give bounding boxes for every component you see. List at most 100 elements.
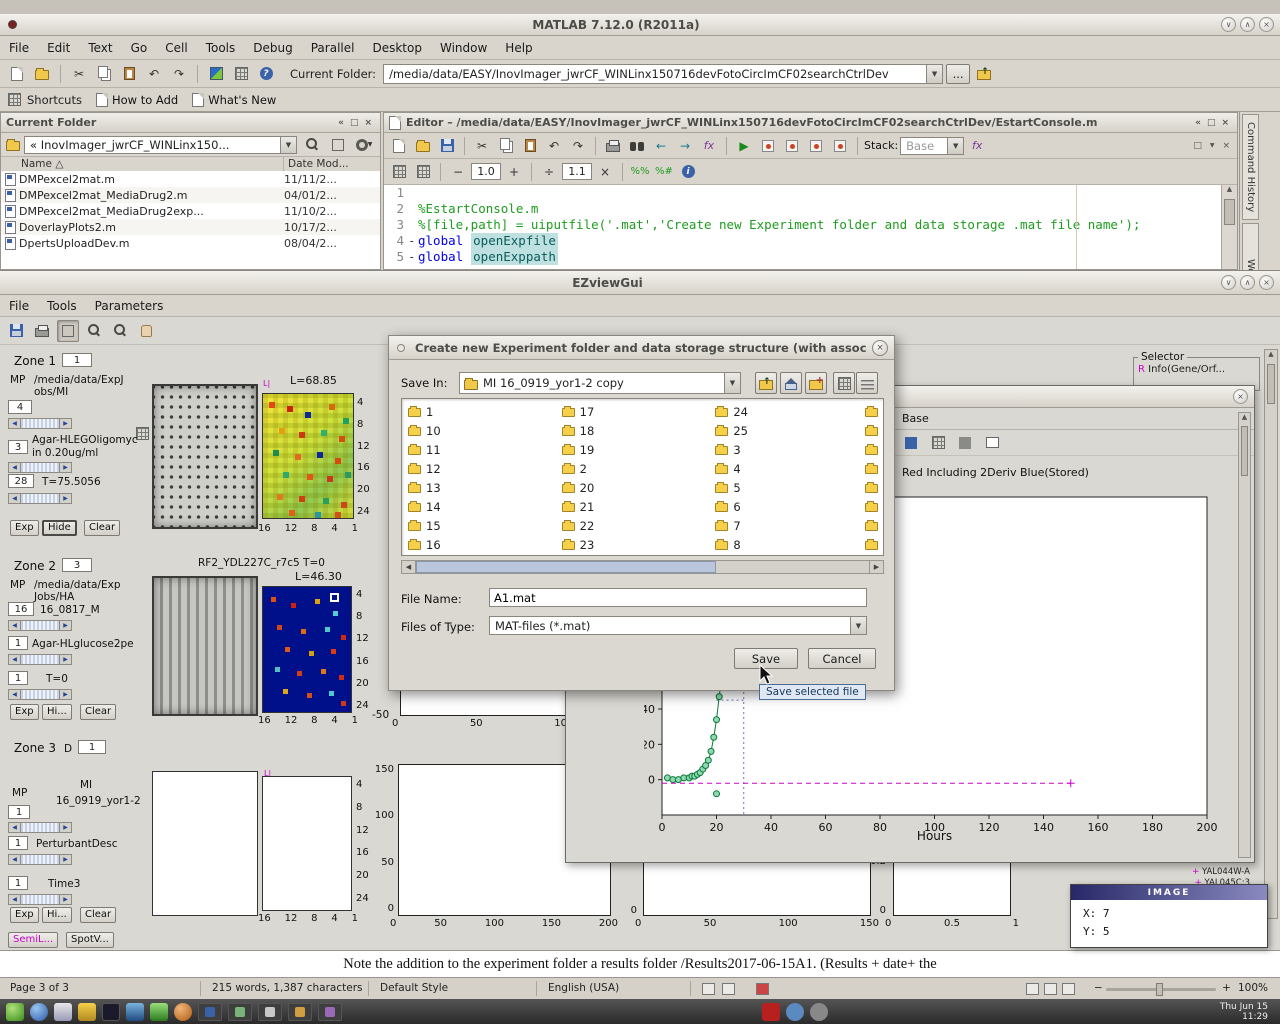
- word-count[interactable]: 215 words, 1,387 characters: [212, 982, 362, 994]
- zone3-stepper2[interactable]: ◀▶: [8, 854, 72, 865]
- close-document-icon[interactable]: ×: [1219, 141, 1233, 151]
- open-file-button[interactable]: [31, 63, 53, 85]
- menu-item[interactable]: Text: [79, 38, 121, 58]
- file-row[interactable]: DMPexcel2mat.m 11/11/2...: [1, 171, 380, 187]
- book-view-icon[interactable]: [1062, 983, 1075, 995]
- zone1-index-field[interactable]: 1: [62, 353, 92, 367]
- mail-icon[interactable]: [54, 1003, 72, 1021]
- folder-item[interactable]: 7: [715, 518, 863, 534]
- scrollbar-thumb[interactable]: [1224, 199, 1235, 225]
- selector-r[interactable]: R: [1138, 364, 1145, 375]
- stepper-right-icon[interactable]: ▶: [59, 493, 72, 504]
- window-button[interactable]: [228, 1003, 252, 1021]
- minimize-icon[interactable]: ∨: [1221, 275, 1236, 290]
- tile-windows-icon[interactable]: □: [1190, 141, 1205, 151]
- stepper-track[interactable]: [21, 822, 59, 833]
- multi-page-view-icon[interactable]: [1044, 983, 1057, 995]
- writer-app-icon[interactable]: [126, 1003, 144, 1021]
- zone2-field1[interactable]: 16: [8, 602, 34, 616]
- home-button[interactable]: [780, 372, 802, 394]
- selection-mode-icon[interactable]: [722, 983, 735, 995]
- base-label[interactable]: Base: [902, 412, 929, 425]
- zone2-heatmap[interactable]: [262, 586, 352, 713]
- folder-item[interactable]: [865, 537, 883, 553]
- close-icon[interactable]: ×: [1259, 275, 1274, 290]
- redo-button[interactable]: ↷: [168, 63, 190, 85]
- chevron-down-icon[interactable]: ▼: [850, 617, 866, 634]
- browser-icon[interactable]: [30, 1003, 48, 1021]
- increase-button[interactable]: +: [503, 161, 525, 183]
- actions-button[interactable]: ▼: [353, 134, 375, 156]
- zone1-stepper2[interactable]: ◀▶: [8, 462, 72, 473]
- menu-item[interactable]: Edit: [38, 38, 79, 58]
- zone2-exp-button[interactable]: Exp: [10, 704, 39, 720]
- zone2-stepper1[interactable]: ◀▶: [8, 620, 72, 631]
- folder-item[interactable]: 3: [715, 442, 863, 458]
- search-button[interactable]: [301, 134, 323, 156]
- dialog-titlebar[interactable]: Create new Experiment folder and data st…: [389, 336, 894, 360]
- menu-item[interactable]: Tools: [197, 38, 245, 58]
- stepper-right-icon[interactable]: ▶: [59, 894, 72, 905]
- scroll-left-icon[interactable]: ◀: [402, 561, 416, 573]
- info-button[interactable]: i: [677, 161, 699, 183]
- chevron-down-icon[interactable]: ▼: [926, 65, 942, 83]
- zone1-field3[interactable]: 28: [8, 474, 34, 488]
- zone2-plate-image[interactable]: [152, 576, 258, 716]
- print-button[interactable]: [31, 320, 53, 342]
- stepper-track[interactable]: [21, 462, 59, 473]
- simulink-button[interactable]: [205, 63, 227, 85]
- writer-document-strip[interactable]: Note the addition to the experiment fold…: [0, 950, 1280, 977]
- scrollbar-thumb[interactable]: [1267, 364, 1275, 404]
- divide-button[interactable]: ÷: [538, 161, 560, 183]
- forward-button[interactable]: →: [674, 135, 696, 157]
- ezview-titlebar[interactable]: EZviewGui ∨ ∧ ×: [0, 271, 1280, 295]
- menu-item[interactable]: Help: [496, 38, 541, 58]
- zoom-level[interactable]: 100%: [1238, 982, 1268, 994]
- single-page-view-icon[interactable]: [1026, 983, 1039, 995]
- browse-folder-button[interactable]: ...: [946, 64, 970, 84]
- zone3-exp-button[interactable]: Exp: [10, 907, 39, 923]
- editor-scrollbar[interactable]: ▲: [1221, 185, 1237, 269]
- current-folder-panel-header[interactable]: Current Folder « □ ×: [1, 113, 380, 133]
- folder-item[interactable]: 5: [715, 480, 863, 496]
- blue-square-button[interactable]: [900, 432, 922, 454]
- zone1-exp-button[interactable]: Exp: [10, 520, 39, 536]
- new-folder-button[interactable]: [805, 372, 827, 394]
- folder-list-scrollbar[interactable]: ◀ ▶: [401, 560, 884, 574]
- paste-button[interactable]: [118, 63, 140, 85]
- stepper-track[interactable]: [21, 894, 59, 905]
- stepper-right-icon[interactable]: ▶: [59, 822, 72, 833]
- matlab-taskbar-icon[interactable]: [174, 1003, 192, 1021]
- stepper-left-icon[interactable]: ◀: [8, 894, 21, 905]
- cell-prev-button[interactable]: [388, 161, 410, 183]
- zoom-out-control[interactable]: −: [1094, 982, 1103, 994]
- shortcut-item[interactable]: How to Add: [96, 93, 178, 107]
- zone3-field1[interactable]: 1: [8, 805, 30, 819]
- comment-button[interactable]: %%: [629, 161, 651, 183]
- close-icon[interactable]: ×: [872, 340, 888, 356]
- fx-button[interactable]: fx: [698, 135, 720, 157]
- folder-item[interactable]: 2: [562, 461, 710, 477]
- spotview-button[interactable]: SpotV...: [66, 932, 114, 948]
- code-line[interactable]: 5 - global openExppath: [384, 249, 1221, 265]
- page-style[interactable]: Default Style: [380, 982, 448, 994]
- stepper-track[interactable]: [21, 654, 59, 665]
- folder-item[interactable]: 4: [715, 461, 863, 477]
- zone2-hide-button[interactable]: Hi...: [42, 704, 72, 720]
- zone3-field3[interactable]: 1: [8, 876, 28, 890]
- zone1-field2[interactable]: 3: [8, 440, 28, 454]
- zone3-hide-button[interactable]: Hi...: [42, 907, 72, 923]
- stepper-left-icon[interactable]: ◀: [8, 654, 21, 665]
- zone1-plate-image[interactable]: [152, 384, 258, 529]
- semilog-button[interactable]: SemiL...: [8, 932, 58, 948]
- stack-combo[interactable]: Base ▼: [900, 137, 964, 155]
- menu-item[interactable]: Tools: [38, 296, 86, 316]
- zone2-field3[interactable]: 1: [8, 671, 28, 685]
- terminal-icon[interactable]: [102, 1003, 120, 1021]
- cancel-button[interactable]: Cancel: [808, 648, 876, 669]
- current-folder-combo[interactable]: /media/data/EASY/InovImager_jwrCF_WINLin…: [383, 64, 943, 84]
- folder-item[interactable]: [865, 461, 883, 477]
- zone3-right-box[interactable]: [262, 776, 352, 911]
- copy-button[interactable]: [93, 63, 115, 85]
- grid-view-button[interactable]: [833, 372, 855, 394]
